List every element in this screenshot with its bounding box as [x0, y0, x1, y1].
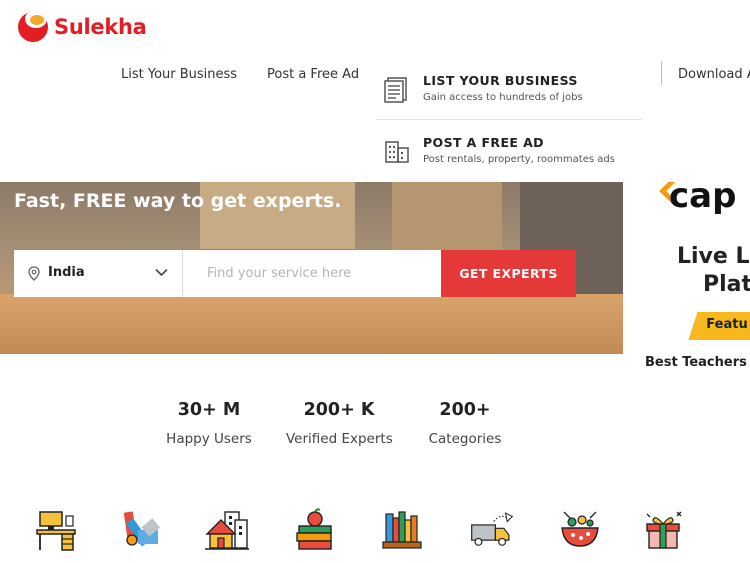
dropdown-item-post-ad[interactable]: POST A FREE AD Post rentals, property, r… — [376, 119, 642, 179]
office-desk-icon[interactable] — [34, 508, 78, 552]
dropdown-item-subtitle: Post rentals, property, roommates ads — [423, 154, 615, 165]
stat-verified-experts: 200+ K Verified Experts — [286, 400, 393, 447]
stat-happy-users: 30+ M Happy Users — [165, 400, 253, 447]
location-selector[interactable]: India — [14, 250, 183, 297]
stat-label: Categories — [428, 431, 502, 447]
ad-tagline: Best Teachers — [645, 355, 747, 370]
nav-list-your-business[interactable]: List Your Business — [121, 67, 237, 82]
search-bar: India GET EXPERTS — [14, 250, 576, 297]
ad-featured-badge: Featu — [688, 312, 750, 340]
ad-logo-text: cap — [669, 182, 737, 216]
stat-categories: 200+ Categories — [425, 400, 505, 447]
stat-label: Happy Users — [166, 431, 252, 447]
paint-swatch-icon[interactable] — [118, 508, 162, 552]
site-header: Sulekha List Your Business Post a Free A… — [0, 0, 750, 182]
nav-divider — [661, 61, 662, 85]
side-advertisement[interactable]: cap Live Le Plat Featu Best Teachers — [623, 182, 750, 382]
business-dropdown-menu: LIST YOUR BUSINESS Gain access to hundre… — [376, 58, 642, 182]
document-list-icon — [384, 77, 407, 103]
sulekha-logo[interactable]: Sulekha — [18, 12, 147, 42]
home-buildings-icon[interactable] — [205, 508, 249, 552]
stat-value: 30+ M — [177, 400, 241, 420]
get-experts-button[interactable]: GET EXPERTS — [441, 250, 576, 297]
ad-headline-line2: Plat — [703, 272, 750, 297]
food-bowl-icon[interactable] — [558, 508, 602, 552]
dropdown-item-title: POST A FREE AD — [423, 135, 544, 150]
location-pin-icon — [28, 266, 40, 281]
brand-name: Sulekha — [54, 15, 147, 39]
stat-value: 200+ K — [303, 400, 375, 420]
bookshelf-icon[interactable] — [380, 508, 424, 552]
sulekha-logo-icon — [18, 12, 48, 42]
stat-value: 200+ — [439, 400, 491, 420]
dropdown-item-subtitle: Gain access to hundreds of jobs — [423, 92, 583, 103]
moving-truck-icon[interactable] — [470, 508, 514, 552]
stat-label: Verified Experts — [286, 431, 393, 447]
ad-featured-badge-text: Featu — [706, 317, 748, 332]
nav-download-app[interactable]: Download A — [678, 67, 750, 82]
building-icon — [385, 141, 409, 163]
chevron-down-icon — [155, 268, 168, 277]
ad-headline-line1: Live Le — [677, 244, 750, 269]
location-value: India — [48, 265, 85, 280]
nav-post-free-ad[interactable]: Post a Free Ad — [267, 67, 359, 82]
hero-title: Fast, FREE way to get experts. — [14, 190, 342, 212]
gift-box-icon[interactable] — [641, 508, 685, 552]
dropdown-item-list-business[interactable]: LIST YOUR BUSINESS Gain access to hundre… — [376, 58, 642, 118]
service-search-input[interactable] — [183, 250, 441, 297]
books-apple-icon[interactable] — [293, 508, 337, 552]
dropdown-item-title: LIST YOUR BUSINESS — [423, 73, 578, 88]
hero-background-shape — [0, 294, 623, 354]
hero-banner: Fast, FREE way to get experts. India GET… — [0, 182, 623, 354]
